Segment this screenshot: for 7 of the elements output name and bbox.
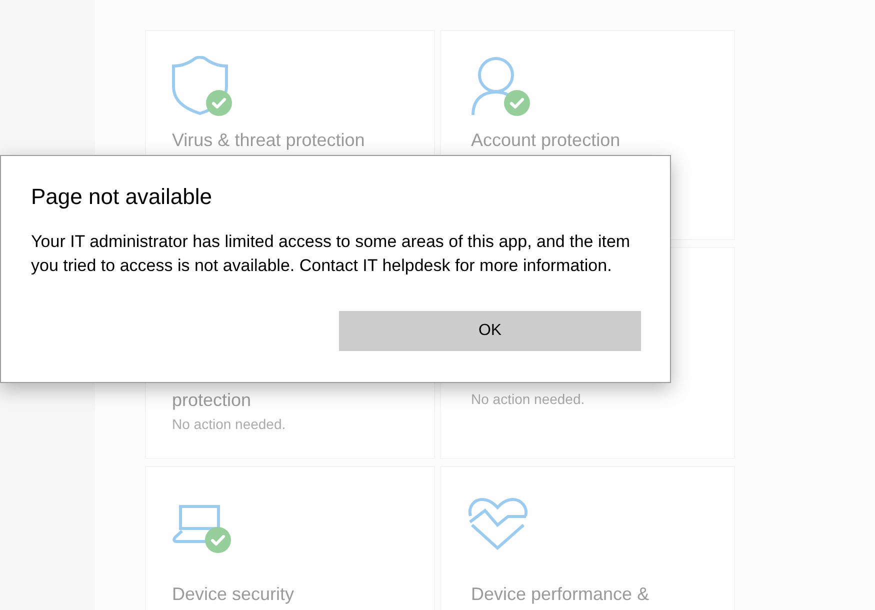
- tile-status: No action needed.: [471, 391, 585, 408]
- tile-title: Device security: [172, 584, 294, 605]
- tile-status: No action needed.: [172, 416, 286, 433]
- tile-title: Virus & threat protection: [172, 130, 365, 151]
- tile-title: Account protection: [471, 130, 620, 151]
- tile-title: protection: [172, 390, 252, 411]
- tile-title: Device performance &: [471, 584, 650, 605]
